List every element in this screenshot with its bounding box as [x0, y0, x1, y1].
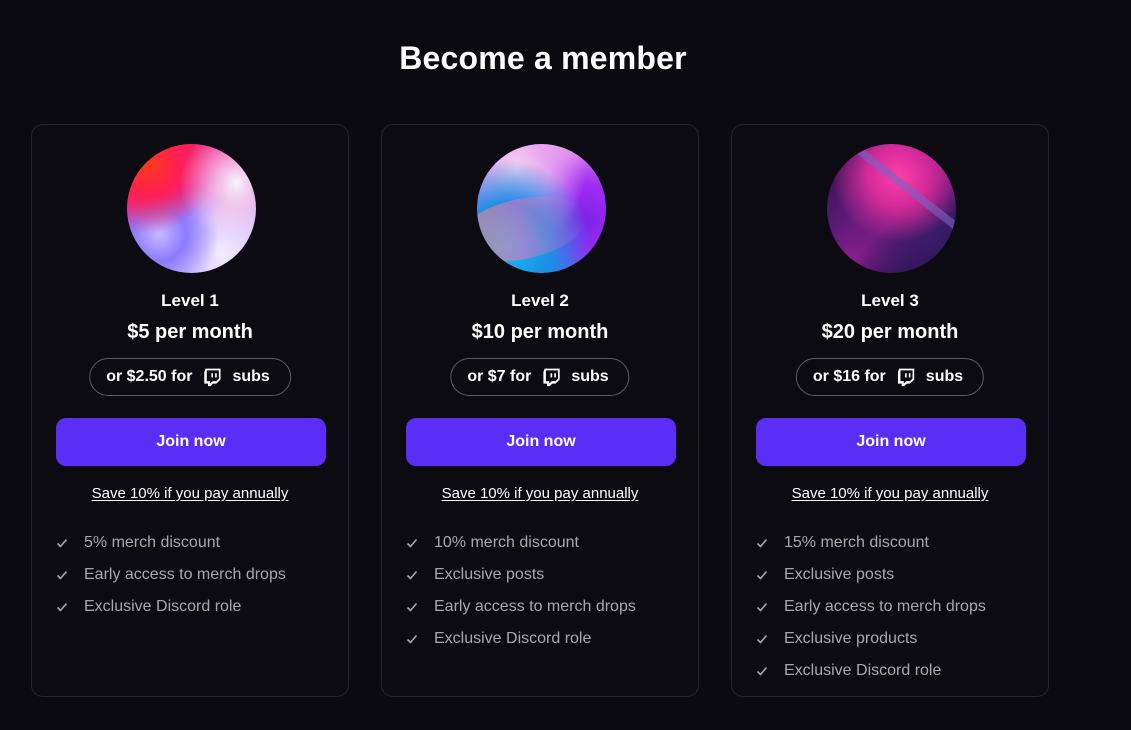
twitch-icon — [204, 368, 221, 387]
benefit-item: Early access to merch drops — [56, 559, 286, 591]
tier-price: $5 per month — [127, 321, 253, 343]
benefit-list: 15% merch discount Exclusive posts Early… — [756, 527, 986, 687]
benefit-item: Exclusive Discord role — [406, 623, 636, 655]
tier-price: $20 per month — [821, 321, 959, 343]
subs-price-pill[interactable]: or $16 for subs — [795, 358, 985, 396]
twitch-icon — [897, 368, 915, 387]
tier-cards: Level 1 $5 per month or $2.50 for subs J… — [31, 124, 1049, 697]
tier-level: Level 2 — [511, 291, 569, 310]
subs-price-text: or $2.50 for — [106, 368, 193, 385]
benefit-text: Early access to merch drops — [784, 598, 986, 615]
benefit-text: 15% merch discount — [784, 534, 929, 551]
subs-price-text: or $16 for — [812, 368, 886, 385]
check-icon — [56, 570, 68, 580]
tier-price: $10 per month — [471, 321, 609, 343]
benefit-text: Exclusive Discord role — [84, 598, 242, 615]
page-title: Become a member — [399, 40, 687, 76]
benefit-item: Exclusive products — [756, 623, 986, 655]
check-icon — [756, 570, 768, 580]
benefit-item: Exclusive posts — [406, 559, 636, 591]
check-icon — [406, 570, 418, 580]
check-icon — [406, 538, 418, 548]
join-now-button[interactable]: Join now — [406, 418, 676, 466]
check-icon — [756, 538, 768, 548]
annual-discount-link[interactable]: Save 10% if you pay annually — [32, 485, 348, 502]
join-now-button[interactable]: Join now — [756, 418, 1026, 466]
membership-page: Become a member Level 1 $5 per month or … — [0, 0, 1131, 730]
tier-card-level-2: Level 2 $10 per month or $7 for subs Joi… — [381, 124, 699, 697]
annual-discount-link[interactable]: Save 10% if you pay annually — [382, 485, 698, 502]
benefit-text: Early access to merch drops — [84, 566, 286, 583]
benefit-text: Exclusive Discord role — [434, 630, 592, 647]
benefit-text: Exclusive posts — [784, 566, 895, 583]
subs-label: subs — [571, 368, 609, 385]
subs-label: subs — [925, 368, 964, 385]
benefit-list: 5% merch discount Early access to merch … — [56, 527, 286, 623]
benefit-text: Exclusive products — [784, 630, 918, 647]
benefit-item: Exclusive Discord role — [56, 591, 286, 623]
subs-label: subs — [232, 368, 270, 385]
benefit-item: Exclusive posts — [756, 559, 986, 591]
check-icon — [756, 602, 768, 612]
tier-artwork — [477, 144, 606, 273]
benefit-item: Early access to merch drops — [406, 591, 636, 623]
benefit-text: 10% merch discount — [434, 534, 579, 551]
subs-price-pill[interactable]: or $2.50 for subs — [89, 358, 291, 396]
subs-price-pill[interactable]: or $7 for subs — [450, 358, 630, 396]
join-now-button[interactable]: Join now — [56, 418, 326, 466]
benefit-text: 5% merch discount — [84, 534, 221, 551]
twitch-icon — [543, 368, 560, 387]
tier-card-level-1: Level 1 $5 per month or $2.50 for subs J… — [31, 124, 349, 697]
benefit-item: Exclusive Discord role — [756, 655, 986, 687]
check-icon — [756, 634, 768, 644]
tier-level: Level 3 — [861, 291, 919, 310]
check-icon — [406, 634, 418, 644]
check-icon — [406, 602, 418, 612]
benefit-item: 10% merch discount — [406, 527, 636, 559]
check-icon — [56, 602, 68, 612]
benefit-text: Exclusive posts — [434, 566, 545, 583]
check-icon — [756, 666, 768, 676]
subs-price-text: or $7 for — [467, 368, 532, 385]
benefit-item: 15% merch discount — [756, 527, 986, 559]
benefit-text: Exclusive Discord role — [784, 662, 942, 679]
tier-artwork — [827, 144, 956, 273]
benefit-item: Early access to merch drops — [756, 591, 986, 623]
tier-artwork — [127, 144, 256, 273]
check-icon — [56, 538, 68, 548]
benefit-text: Early access to merch drops — [434, 598, 636, 615]
tier-level: Level 1 — [161, 291, 219, 310]
benefit-list: 10% merch discount Exclusive posts Early… — [406, 527, 636, 655]
benefit-item: 5% merch discount — [56, 527, 286, 559]
annual-discount-link[interactable]: Save 10% if you pay annually — [732, 485, 1048, 502]
tier-card-level-3: Level 3 $20 per month or $16 for subs Jo… — [731, 124, 1049, 697]
